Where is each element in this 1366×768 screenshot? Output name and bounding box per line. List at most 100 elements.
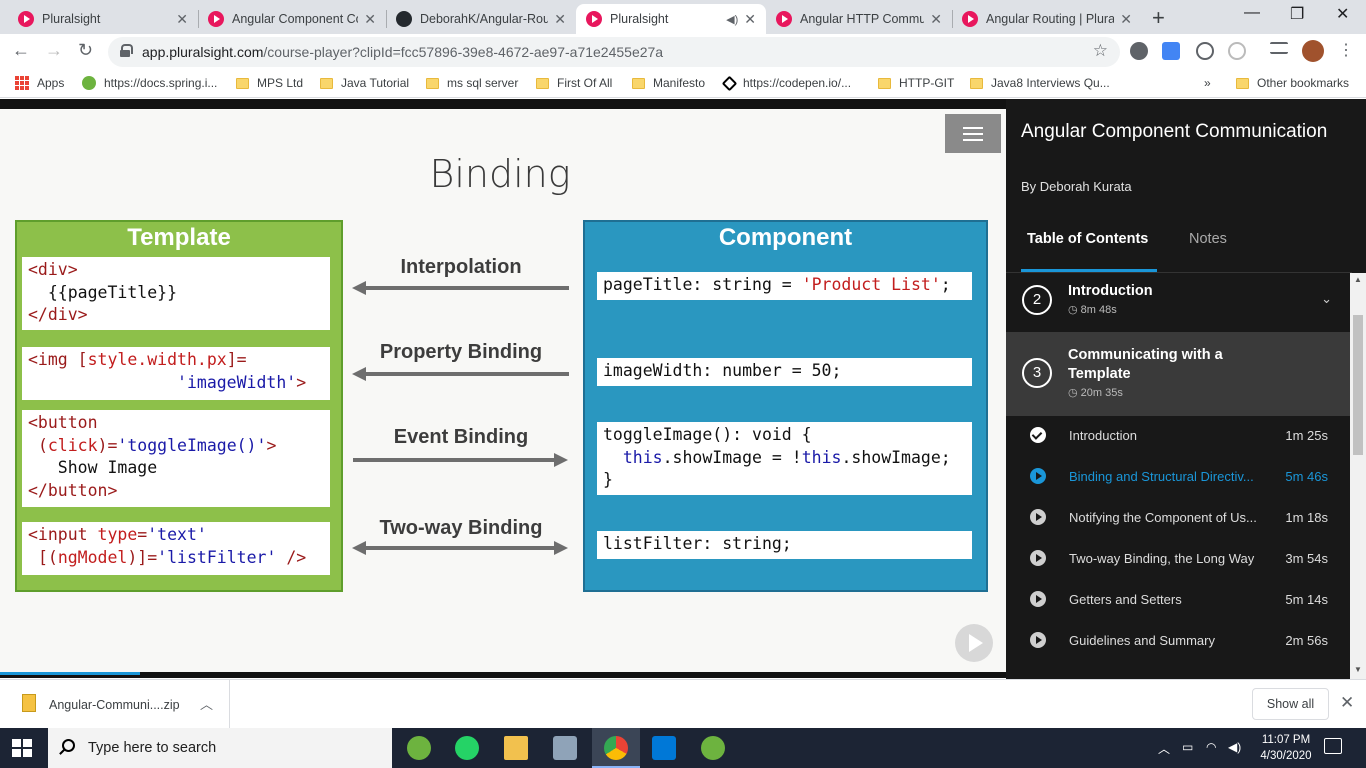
bookmark-label: HTTP-GIT: [899, 76, 955, 90]
tab-angular-http[interactable]: Angular HTTP Commun ✕: [766, 4, 952, 34]
clip-item[interactable]: Getters and Setters 5m 14s: [1006, 579, 1352, 620]
clip-item[interactable]: Notifying the Component of Us... 1m 18s: [1006, 497, 1352, 538]
bookmark-spring-docs[interactable]: https://docs.spring.i...: [82, 76, 217, 90]
video-progress-bar[interactable]: [0, 672, 140, 675]
bookmark-apps[interactable]: Apps: [15, 76, 64, 90]
download-bar: Angular-Communi....zip ︿ Show all ✕: [0, 679, 1366, 729]
menu-icon[interactable]: [945, 114, 1001, 153]
bookmark-ms-sql[interactable]: ms sql server: [426, 76, 518, 90]
clock-date: 4/30/2020: [1260, 750, 1312, 762]
scroll-up-icon[interactable]: ▲: [1354, 275, 1362, 284]
course-author: By Deborah Kurata: [1021, 179, 1132, 194]
new-tab-icon[interactable]: +: [1152, 5, 1165, 31]
taskbar-clock[interactable]: 11:07 PM 4/30/2020: [1254, 732, 1318, 764]
whatsapp-icon[interactable]: [455, 736, 479, 760]
course-title: Angular Component Communication: [1021, 121, 1328, 142]
back-icon[interactable]: ←: [12, 40, 30, 61]
chevron-up-icon[interactable]: ︿: [200, 694, 213, 713]
code-property-template: <img [style.width.px]= 'imageWidth'>: [22, 347, 330, 400]
bookmark-codepen[interactable]: https://codepen.io/...: [721, 75, 851, 91]
tab-pluralsight-active[interactable]: Pluralsight ◀) ✕: [576, 4, 766, 34]
bookmark-star-icon[interactable]: ☆: [1093, 41, 1108, 61]
clip-item[interactable]: Two-way Binding, the Long Way 3m 54s: [1006, 538, 1352, 579]
scrollbar-thumb[interactable]: [1353, 315, 1363, 455]
tab-table-of-contents[interactable]: Table of Contents: [1027, 231, 1148, 247]
forward-icon[interactable]: →: [45, 40, 63, 61]
bookmarks-bar: Apps https://docs.spring.i... MPS Ltd Ja…: [0, 70, 1366, 98]
tab-title: Pluralsight: [610, 12, 669, 26]
bookmark-label: Other bookmarks: [1257, 76, 1350, 90]
clip-duration: 5m 46s: [1285, 469, 1328, 484]
taskbar-search-input[interactable]: Type here to search: [48, 728, 392, 768]
speaker-icon[interactable]: ◀): [726, 13, 738, 26]
module-introduction[interactable]: 2 Introduction ◷ 8m 48s ⌄: [1006, 273, 1352, 332]
play-icon: [1030, 591, 1046, 607]
bookmark-first-of-all[interactable]: First Of All: [536, 76, 612, 90]
translate-icon[interactable]: [1162, 42, 1180, 60]
bookmark-java-tutorial[interactable]: Java Tutorial: [320, 76, 409, 90]
clip-item-current[interactable]: Binding and Structural Directiv... 5m 46…: [1006, 456, 1352, 497]
close-tab-icon[interactable]: ✕: [1120, 11, 1132, 28]
play-icon: [1030, 509, 1046, 525]
notification-icon[interactable]: [1324, 738, 1342, 754]
avatar[interactable]: [1302, 40, 1324, 62]
extension-icon[interactable]: [1130, 42, 1148, 60]
close-tab-icon[interactable]: ✕: [744, 11, 756, 28]
module-duration: ◷ 8m 48s: [1068, 303, 1117, 316]
tab-notes[interactable]: Notes: [1189, 231, 1227, 247]
more-menu-icon[interactable]: ⋮: [1338, 40, 1354, 60]
file-explorer-icon[interactable]: [504, 736, 528, 760]
player-bottom-strip: [0, 672, 1006, 678]
tab-angular-component[interactable]: Angular Component Co ✕: [198, 4, 386, 34]
chevron-down-icon[interactable]: ⌄: [1321, 291, 1332, 307]
clip-item[interactable]: Introduction 1m 25s: [1006, 415, 1352, 456]
tab-pluralsight-1[interactable]: Pluralsight ✕: [8, 4, 198, 34]
tab-title: Pluralsight: [42, 12, 101, 26]
scroll-down-icon[interactable]: ▼: [1354, 665, 1362, 674]
bookmark-label: MPS Ltd: [257, 76, 304, 90]
bookmark-http-git[interactable]: HTTP-GIT: [878, 76, 954, 90]
paint-icon[interactable]: [553, 736, 577, 760]
clip-item[interactable]: Guidelines and Summary 2m 56s: [1006, 620, 1352, 661]
close-tab-icon[interactable]: ✕: [176, 11, 188, 28]
bookmark-java8[interactable]: Java8 Interviews Qu...: [970, 76, 1110, 90]
tab-github[interactable]: DeborahK/Angular-Rou ✕: [386, 4, 576, 34]
extension-icon[interactable]: [1228, 42, 1246, 60]
download-item[interactable]: Angular-Communi....zip ︿: [0, 680, 230, 729]
show-all-button[interactable]: Show all: [1252, 688, 1329, 720]
close-tab-icon[interactable]: ✕: [364, 11, 376, 28]
bookmark-manifesto[interactable]: Manifesto: [632, 76, 705, 90]
close-tab-icon[interactable]: ✕: [554, 11, 566, 28]
bookmark-other[interactable]: Other bookmarks: [1236, 76, 1349, 90]
spring-tool-icon[interactable]: [701, 736, 725, 760]
battery-icon[interactable]: ▭: [1182, 740, 1193, 754]
sidebar-scrollbar[interactable]: ▲ ▼: [1350, 273, 1366, 679]
wifi-icon[interactable]: ◠: [1206, 740, 1216, 754]
reload-icon[interactable]: ↻: [78, 40, 93, 61]
bookmarks-overflow-icon[interactable]: »: [1204, 76, 1211, 90]
bookmark-label: First Of All: [557, 76, 613, 90]
maximize-icon[interactable]: ❐: [1290, 4, 1304, 24]
clip-title: Getters and Setters: [1069, 592, 1182, 607]
windows-start-icon[interactable]: [12, 739, 32, 757]
url-input[interactable]: app.pluralsight.com/course-player?clipId…: [108, 37, 1120, 67]
chrome-icon[interactable]: [604, 736, 628, 760]
module-communicating-template[interactable]: 3 Communicating with a Template ◷ 20m 35…: [1006, 332, 1352, 416]
tray-overflow-icon[interactable]: ︿: [1158, 740, 1170, 757]
media-control-icon[interactable]: [1270, 42, 1288, 54]
arrow-left: [352, 367, 569, 381]
tab-angular-routing[interactable]: Angular Routing | Plura ✕: [952, 4, 1142, 34]
close-tab-icon[interactable]: ✕: [930, 11, 942, 28]
close-window-icon[interactable]: ✕: [1336, 4, 1349, 24]
bookmark-mps-ltd[interactable]: MPS Ltd: [236, 76, 303, 90]
play-icon[interactable]: [955, 624, 993, 662]
minimize-icon[interactable]: —: [1244, 4, 1260, 22]
volume-icon[interactable]: ◀): [1228, 740, 1241, 754]
folder-icon: [536, 77, 549, 89]
extension-icon[interactable]: [1196, 42, 1214, 60]
folder-icon: [970, 77, 983, 89]
spring-tool-icon[interactable]: [407, 736, 431, 760]
vscode-icon[interactable]: [652, 736, 676, 760]
close-icon[interactable]: ✕: [1340, 693, 1354, 713]
play-icon: [1030, 468, 1046, 484]
